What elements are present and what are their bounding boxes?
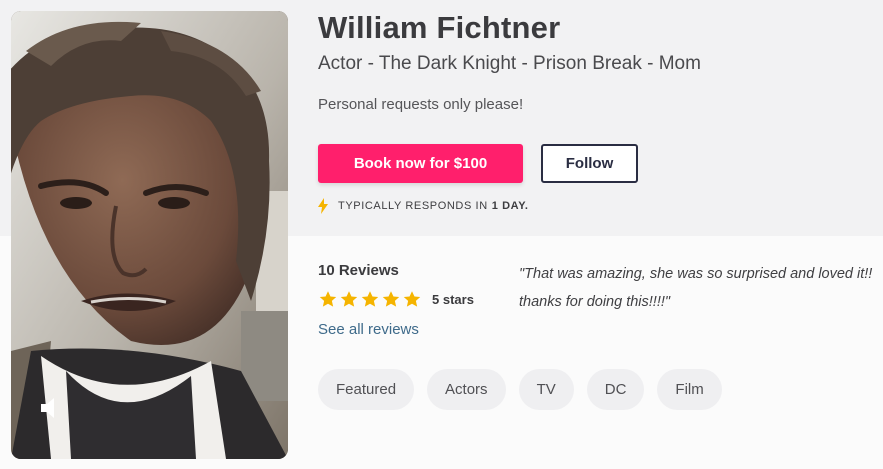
response-time-prefix: TYPICALLY RESPONDS IN <box>338 200 488 212</box>
speaker-icon <box>41 398 54 418</box>
response-time-value: 1 DAY. <box>491 200 529 212</box>
mute-button[interactable] <box>39 395 65 421</box>
star-icon <box>340 291 358 307</box>
profile-page: William Fichtner Actor - The Dark Knight… <box>0 0 883 469</box>
star-icon <box>319 291 337 307</box>
intro-video[interactable] <box>11 11 288 459</box>
tag-tv[interactable]: TV <box>518 369 574 410</box>
celebrity-tagline: Actor - The Dark Knight - Prison Break -… <box>318 53 701 74</box>
celebrity-name: William Fichtner <box>318 10 561 45</box>
book-now-button[interactable]: Book now for $100 <box>318 144 523 183</box>
category-tags: Featured Actors TV DC Film <box>318 369 735 410</box>
video-frame-image <box>11 11 288 459</box>
celebrity-bio: Personal requests only please! <box>318 96 524 113</box>
star-rating: 5 stars <box>318 290 474 309</box>
tag-actors[interactable]: Actors <box>427 369 506 410</box>
reviews-count: 10 Reviews <box>318 262 399 279</box>
star-icon <box>403 291 421 307</box>
lightning-icon <box>318 198 328 214</box>
follow-button[interactable]: Follow <box>541 144 638 183</box>
tag-film[interactable]: Film <box>657 369 722 410</box>
see-all-reviews-link[interactable]: See all reviews <box>318 321 419 338</box>
tag-dc[interactable]: DC <box>586 369 645 410</box>
star-icon <box>361 291 379 307</box>
tag-featured[interactable]: Featured <box>318 369 415 410</box>
star-icon <box>382 291 400 307</box>
stars-label: 5 stars <box>432 292 474 307</box>
featured-review-quote: "That was amazing, she was so surprised … <box>519 266 873 310</box>
response-time: TYPICALLY RESPONDS IN 1 DAY. <box>318 198 529 214</box>
